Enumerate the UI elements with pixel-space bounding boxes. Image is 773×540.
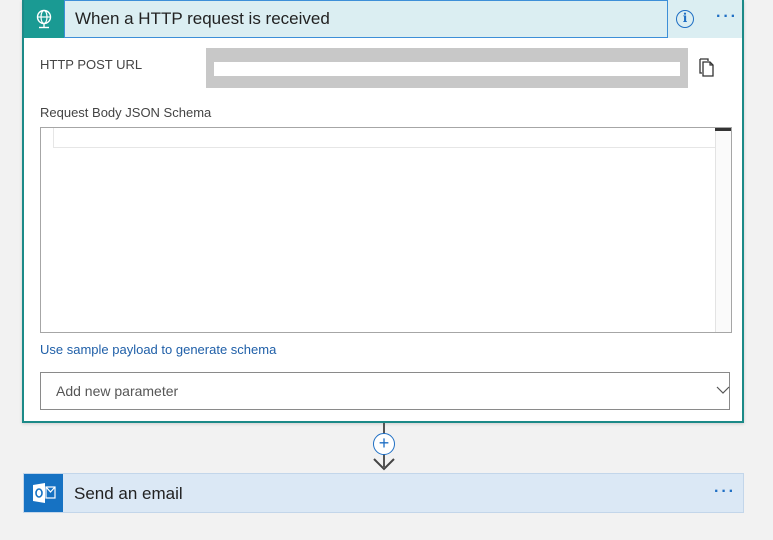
send-email-card[interactable]: Send an email ··· xyxy=(23,473,744,513)
schema-scrollbar[interactable] xyxy=(715,128,731,332)
info-icon[interactable]: i xyxy=(676,10,694,28)
outlook-icon xyxy=(24,474,63,512)
use-sample-payload-link[interactable]: Use sample payload to generate schema xyxy=(40,342,276,357)
http-post-url-value xyxy=(214,62,680,76)
trigger-more-menu-icon[interactable]: ··· xyxy=(716,8,738,26)
trigger-card: When a HTTP request is received i ··· HT… xyxy=(22,0,744,423)
schema-scrollbar-thumb[interactable] xyxy=(715,128,731,131)
http-post-url-field[interactable] xyxy=(206,48,688,88)
add-new-parameter-placeholder: Add new parameter xyxy=(56,383,179,399)
copy-icon[interactable] xyxy=(698,58,716,78)
chevron-down-icon xyxy=(716,383,730,397)
schema-editor[interactable] xyxy=(40,127,732,333)
insert-step-button[interactable]: + xyxy=(373,433,395,455)
schema-editor-line xyxy=(53,128,729,148)
send-email-title[interactable]: Send an email xyxy=(74,484,183,504)
arrow-down-icon xyxy=(372,454,396,472)
trigger-header[interactable]: When a HTTP request is received i ··· xyxy=(24,0,742,38)
schema-label: Request Body JSON Schema xyxy=(40,105,212,120)
http-post-url-label: HTTP POST URL xyxy=(40,57,143,72)
action-more-menu-icon[interactable]: ··· xyxy=(714,483,736,501)
http-globe-icon xyxy=(24,0,64,38)
trigger-title[interactable]: When a HTTP request is received xyxy=(64,0,668,38)
add-new-parameter-dropdown[interactable]: Add new parameter xyxy=(40,372,730,410)
